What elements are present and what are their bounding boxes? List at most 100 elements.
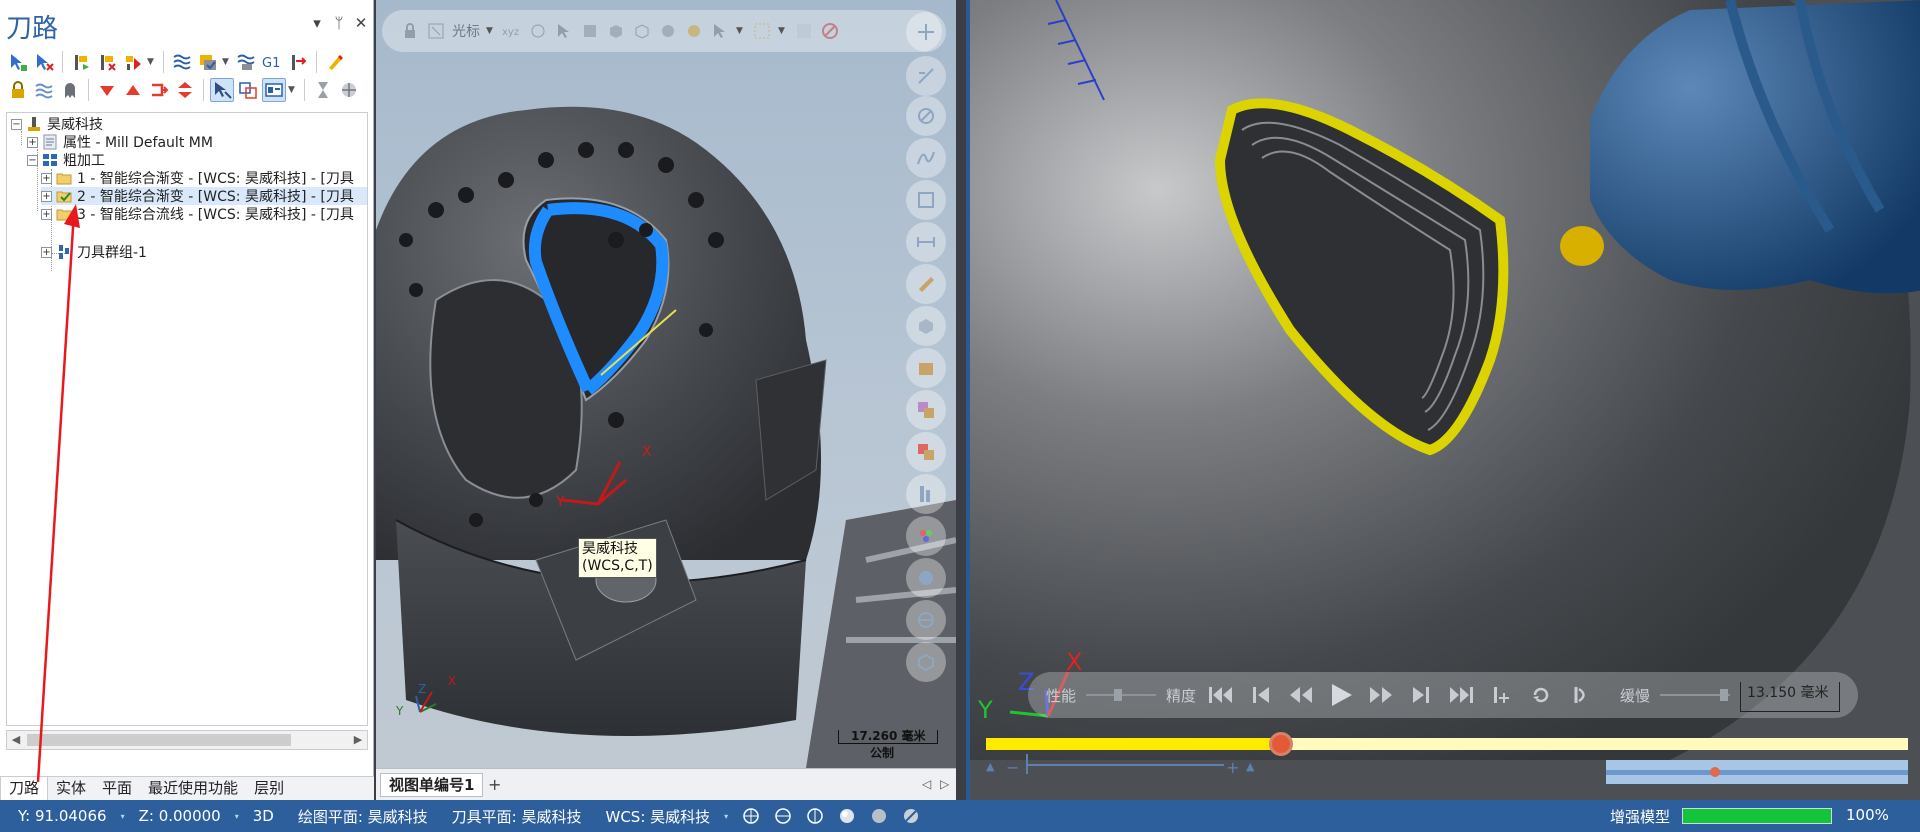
expand-toggle[interactable]: + — [41, 172, 52, 184]
scrollbar-thumb[interactable] — [27, 734, 291, 746]
toggle-display-icon[interactable] — [32, 78, 56, 102]
display-options-icon[interactable] — [262, 78, 286, 102]
layer-icon[interactable] — [906, 390, 946, 430]
tab-next-icon[interactable]: ▷ — [940, 777, 949, 791]
tab-toolpaths[interactable]: 刀路 — [0, 777, 49, 801]
tree-horizontal-scrollbar[interactable]: ◀ ▶ — [6, 730, 368, 750]
highlight-toolpath-icon[interactable] — [323, 50, 347, 74]
wireframe-globe-icon[interactable] — [742, 807, 760, 825]
post-verify-icon[interactable] — [234, 50, 258, 74]
block-icon[interactable] — [906, 306, 946, 346]
post-selected-icon[interactable] — [286, 50, 310, 74]
step-forward-icon[interactable] — [1406, 680, 1436, 710]
stock-icon[interactable] — [906, 348, 946, 388]
backplot-icon[interactable] — [170, 50, 194, 74]
shaded-edges-icon[interactable] — [870, 807, 888, 825]
simulation-progress[interactable] — [986, 732, 1908, 756]
fast-forward-icon[interactable] — [1366, 680, 1396, 710]
range-minus[interactable]: − — [1006, 758, 1019, 777]
add-stop-icon[interactable] — [1486, 680, 1516, 710]
dimension-icon[interactable] — [906, 222, 946, 262]
tree-node-op-1[interactable]: + 1 - 智能综合渐变 - [WCS: 昊威科技] - [刀具 — [41, 169, 354, 187]
cursor-snap-icon[interactable] — [426, 21, 446, 41]
verify-select-icon[interactable] — [794, 21, 814, 41]
rewind-icon[interactable] — [1286, 680, 1316, 710]
panel-pin-button[interactable]: ᛘ — [330, 14, 348, 32]
add-viewsheet-button[interactable]: + — [488, 775, 501, 794]
go-to-end-icon[interactable] — [1446, 680, 1476, 710]
transform-icon[interactable] — [906, 180, 946, 220]
circle-icon[interactable] — [906, 96, 946, 136]
g1-post-icon[interactable]: G1 — [260, 50, 284, 74]
cursor-label[interactable]: 光标 — [452, 21, 480, 41]
expand-toggle[interactable]: + — [41, 208, 52, 220]
window-dropdown-icon[interactable]: ▼ — [778, 26, 788, 36]
select-mode-icon[interactable] — [210, 78, 234, 102]
expand-toggle[interactable]: + — [27, 136, 38, 148]
status-wcs[interactable]: WCS: 昊威科技 — [594, 806, 723, 827]
wireframe-icon[interactable] — [906, 642, 946, 682]
tree-node-op-3[interactable]: + 3 - 智能综合流线 - [WCS: 昊威科技] - [刀具 — [41, 205, 354, 223]
solid-tool-icon[interactable] — [906, 264, 946, 304]
add-icon[interactable] — [906, 12, 946, 52]
analyze-icon[interactable] — [906, 474, 946, 514]
status-draw-plane[interactable]: 绘图平面: 昊威科技 — [286, 806, 440, 827]
tree-node-root[interactable]: − 昊威科技 — [11, 115, 103, 133]
range-plus[interactable]: + — [1226, 758, 1239, 777]
hourglass-icon[interactable] — [311, 78, 335, 102]
tab-planes[interactable]: 平面 — [94, 777, 140, 801]
tree-node-group[interactable]: − 粗加工 — [27, 151, 105, 169]
select-dropdown-icon[interactable]: ▼ — [736, 26, 746, 36]
point-snap-icon[interactable] — [528, 21, 548, 41]
simulator-viewport[interactable]: Y Z X 性能 精度 缓慢 13.150 毫米 ▲ − + ▲ — [966, 0, 1920, 800]
display-options-dropdown-icon[interactable]: ▼ — [288, 85, 298, 95]
collapse-toggle[interactable]: − — [27, 154, 38, 166]
globe-icon[interactable] — [906, 600, 946, 640]
xyz-entry-icon[interactable]: xyz — [502, 21, 522, 41]
loop-icon[interactable] — [1526, 680, 1556, 710]
shaded-icon[interactable] — [838, 807, 856, 825]
lock-view-icon[interactable] — [400, 21, 420, 41]
color-icon[interactable] — [906, 432, 946, 472]
select-all-ops-icon[interactable] — [6, 50, 30, 74]
expand-toggle[interactable]: + — [41, 246, 52, 258]
tab-solids[interactable]: 实体 — [48, 777, 94, 801]
sphere-icon[interactable] — [906, 558, 946, 598]
expand-collapse-icon[interactable] — [173, 78, 197, 102]
status-view-mode[interactable]: 3D — [241, 807, 286, 825]
select-arrow-icon[interactable] — [554, 21, 574, 41]
palette-icon[interactable] — [906, 516, 946, 556]
scroll-right-icon[interactable]: ▶ — [349, 731, 367, 749]
deselect-ops-icon[interactable] — [32, 50, 56, 74]
solid-select-icon[interactable] — [580, 21, 600, 41]
simulation-timeline[interactable] — [1606, 760, 1908, 784]
speed-slider[interactable] — [1660, 689, 1731, 701]
panel-menu-button[interactable]: ▾ — [308, 14, 326, 32]
tab-levels[interactable]: 层别 — [246, 777, 292, 801]
range-start-icon[interactable]: ▲ — [986, 760, 994, 773]
move-up-icon[interactable] — [121, 78, 145, 102]
play-icon[interactable] — [1326, 680, 1356, 710]
face-select-icon[interactable] — [606, 21, 626, 41]
simulation-range[interactable]: ▲ − + ▲ — [986, 754, 1266, 780]
tree-node-tool-group[interactable]: + 刀具群组-1 — [41, 243, 147, 261]
go-to-start-icon[interactable] — [1206, 680, 1236, 710]
window-select-view-icon[interactable] — [752, 21, 772, 41]
hidden-line-icon[interactable] — [774, 807, 792, 825]
verify-icon[interactable] — [196, 50, 220, 74]
spline-icon[interactable] — [906, 138, 946, 178]
collapse-toggle[interactable]: − — [11, 118, 22, 130]
edge-select-icon[interactable] — [632, 21, 652, 41]
simulate-icon[interactable] — [121, 50, 145, 74]
simulation-progress-knob[interactable] — [1269, 732, 1294, 756]
expand-toggle[interactable]: + — [41, 190, 52, 202]
insert-arrow-icon[interactable] — [147, 78, 171, 102]
step-back-icon[interactable] — [1246, 680, 1276, 710]
status-tool-plane[interactable]: 刀具平面: 昊威科技 — [440, 806, 594, 827]
performance-slider-knob[interactable] — [1114, 689, 1123, 701]
performance-slider[interactable] — [1086, 689, 1157, 701]
viewsheet-tab[interactable]: 视图单编号1 — [380, 773, 484, 797]
tab-prev-icon[interactable]: ◁ — [922, 777, 931, 791]
clear-select-icon[interactable] — [820, 21, 840, 41]
translucency-icon[interactable] — [902, 807, 920, 825]
